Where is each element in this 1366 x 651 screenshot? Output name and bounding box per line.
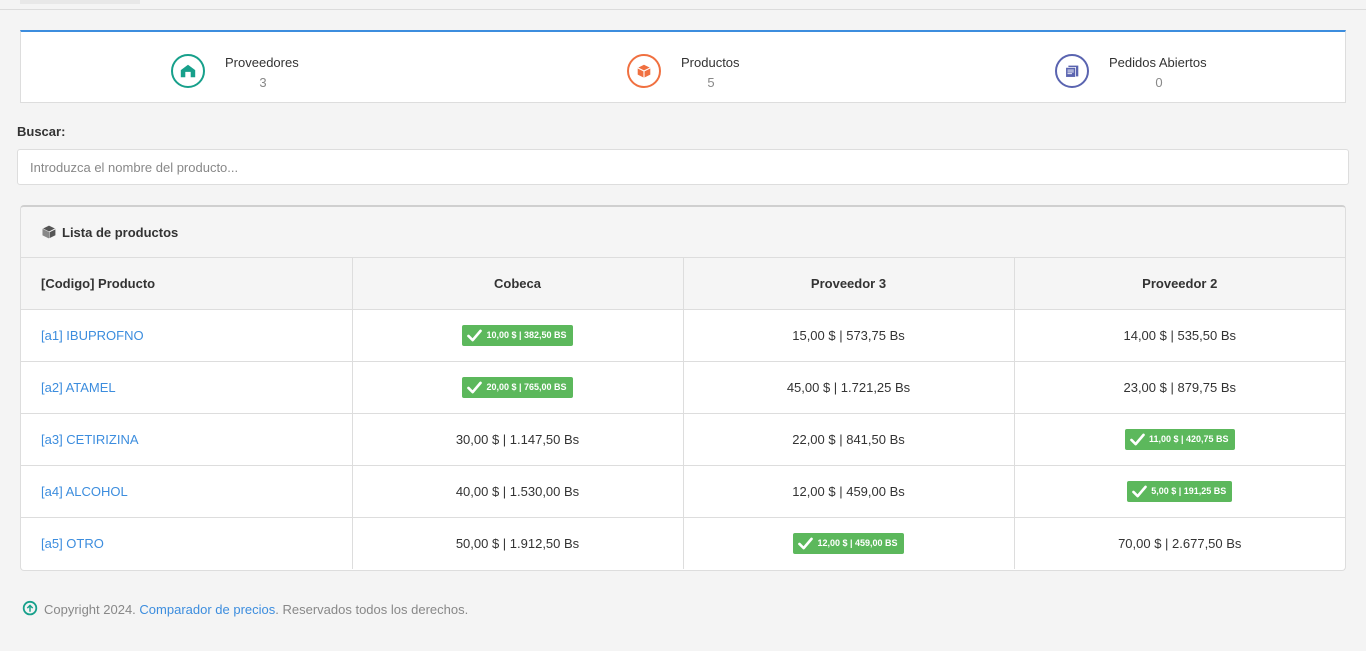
footer: Copyright 2024. Comparador de precios. R…	[21, 600, 468, 618]
orders-icon	[1055, 54, 1089, 88]
stat-orders-value: 0	[1155, 75, 1163, 90]
product-cell: [a5] OTRO	[21, 517, 353, 569]
price-cell: 5,00 $ | 191,25 BS	[1014, 465, 1345, 518]
product-link[interactable]: [a3] CETIRIZINA	[41, 432, 139, 447]
table-row: [a5] OTRO 50,00 $ | 1.912,50 Bs 12,00 $ | …	[21, 517, 1345, 569]
best-price-badge: 10,00 $ | 382,50 BS	[462, 324, 573, 346]
best-price-badge: 5,00 $ | 191,25 BS	[1127, 480, 1233, 502]
brand-logo-icon	[22, 600, 38, 616]
column-header-cobeca: Cobeca	[352, 258, 684, 310]
top-bar	[0, 0, 1366, 10]
price-cell: 23,00 $ | 879,75 Bs	[1014, 361, 1345, 414]
price-cell: 30,00 $ | 1.147,50 Bs	[352, 413, 684, 466]
search-input[interactable]	[17, 149, 1349, 185]
best-price-text: 11,00 $ | 420,75 BS	[1148, 434, 1229, 444]
table-row: [a1] IBUPROFNO 10,00 $ | 382,50 BS 15,00 $…	[21, 309, 1345, 362]
products-panel: Lista de productos [Codigo] Producto Cob…	[20, 205, 1346, 571]
price-text: 12,00 $ | 459,00 Bs	[792, 483, 905, 499]
column-header-proveedor-3: Proveedor 3	[683, 258, 1015, 310]
price-cell: 20,00 $ | 765,00 BS	[352, 361, 684, 414]
product-link[interactable]: [a2] ATAMEL	[41, 380, 116, 395]
price-cell: 40,00 $ | 1.530,00 Bs	[352, 465, 684, 518]
price-text: 23,00 $ | 879,75 Bs	[1123, 379, 1237, 395]
stat-suppliers: Proveedores 3	[171, 32, 471, 103]
footer-copyright: Copyright 2024.	[44, 601, 136, 617]
price-cell: 12,00 $ | 459,00 Bs	[683, 465, 1015, 518]
price-text: 50,00 $ | 1.912,50 Bs	[455, 535, 580, 551]
table-row: [a2] ATAMEL 20,00 $ | 765,00 BS 45,00 $ | …	[21, 361, 1345, 414]
table-row: [a3] CETIRIZINA 30,00 $ | 1.147,50 Bs 22,0…	[21, 413, 1345, 466]
column-header-product: [Codigo] Producto	[21, 258, 353, 310]
stat-suppliers-value: 3	[259, 75, 267, 90]
price-text: 15,00 $ | 573,75 Bs	[792, 327, 905, 343]
stat-products-label: Productos	[681, 55, 740, 70]
price-cell: 11,00 $ | 420,75 BS	[1014, 413, 1345, 466]
price-cell: 14,00 $ | 535,50 Bs	[1014, 309, 1345, 362]
price-text: 40,00 $ | 1.530,00 Bs	[455, 483, 580, 499]
products-table: [Codigo] Producto Cobeca Proveedor 3 Pro…	[21, 258, 1345, 569]
product-link[interactable]: [a4] ALCOHOL	[41, 484, 128, 499]
price-cell: 50,00 $ | 1.912,50 Bs	[352, 517, 684, 569]
check-icon	[798, 537, 817, 550]
product-cell: [a2] ATAMEL	[21, 361, 353, 414]
product-cell: [a4] ALCOHOL	[21, 465, 353, 518]
stat-suppliers-label: Proveedores	[225, 55, 299, 70]
panel-title: Lista de productos	[62, 224, 179, 240]
price-cell: 12,00 $ | 459,00 BS	[683, 517, 1015, 569]
product-cell: [a3] CETIRIZINA	[21, 413, 353, 466]
box-icon	[627, 54, 661, 88]
check-icon	[1130, 433, 1149, 446]
check-icon	[1132, 485, 1151, 498]
table-header-row: [Codigo] Producto Cobeca Proveedor 3 Pro…	[21, 258, 1345, 310]
panel-header: Lista de productos	[21, 207, 1345, 258]
best-price-text: 20,00 $ | 765,00 BS	[486, 382, 567, 392]
price-cell: 15,00 $ | 573,75 Bs	[683, 309, 1015, 362]
column-header-proveedor-2: Proveedor 2	[1014, 258, 1345, 310]
stats-bar: Proveedores 3 Productos 5 Pedidos Abiert…	[20, 30, 1346, 103]
stat-products-value: 5	[707, 75, 715, 90]
check-icon	[467, 381, 486, 394]
search-label: Buscar:	[17, 124, 66, 139]
footer-link[interactable]: Comparador de precios	[139, 602, 275, 617]
best-price-badge: 11,00 $ | 420,75 BS	[1124, 428, 1235, 450]
best-price-text: 5,00 $ | 191,25 BS	[1151, 486, 1227, 496]
warehouse-icon	[171, 54, 205, 88]
product-cell: [a1] IBUPROFNO	[21, 309, 353, 362]
price-text: 14,00 $ | 535,50 Bs	[1123, 327, 1237, 343]
cube-icon	[42, 225, 56, 239]
price-text: 22,00 $ | 841,50 Bs	[792, 431, 905, 447]
price-text: 30,00 $ | 1.147,50 Bs	[455, 431, 580, 447]
best-price-text: 12,00 $ | 459,00 BS	[817, 538, 898, 549]
price-text: 45,00 $ | 1.721,25 Bs	[786, 379, 911, 395]
price-cell: 70,00 $ | 2.677,50 Bs	[1014, 517, 1345, 569]
footer-rights: . Reservados todos los derechos.	[275, 601, 469, 617]
price-cell: 22,00 $ | 841,50 Bs	[683, 413, 1015, 466]
price-cell: 10,00 $ | 382,50 BS	[352, 309, 684, 362]
product-link[interactable]: [a5] OTRO	[41, 536, 104, 551]
stat-orders: Pedidos Abiertos 0	[1055, 32, 1345, 103]
product-link[interactable]: [a1] IBUPROFNO	[41, 328, 144, 343]
best-price-text: 10,00 $ | 382,50 BS	[486, 330, 567, 340]
price-text: 70,00 $ | 2.677,50 Bs	[1118, 535, 1242, 551]
best-price-badge: 20,00 $ | 765,00 BS	[462, 376, 573, 398]
table-row: [a4] ALCOHOL 40,00 $ | 1.530,00 Bs 12,00 $…	[21, 465, 1345, 518]
check-icon	[467, 329, 486, 342]
stat-orders-label: Pedidos Abiertos	[1109, 55, 1207, 70]
stat-products: Productos 5	[627, 32, 927, 103]
price-cell: 45,00 $ | 1.721,25 Bs	[683, 361, 1015, 414]
top-tab[interactable]	[20, 0, 140, 4]
best-price-badge: 12,00 $ | 459,00 BS	[793, 532, 904, 554]
